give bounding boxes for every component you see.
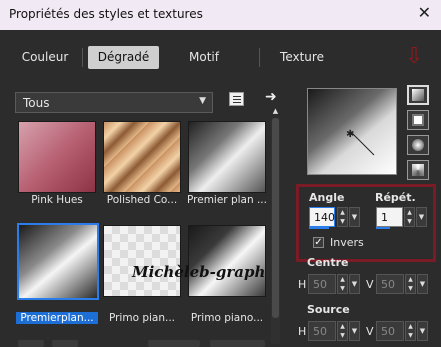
center-label: Centre: [307, 256, 349, 269]
angle-handle[interactable]: ✱: [308, 89, 396, 174]
invert-label: Invers: [330, 236, 364, 249]
gradient-thumb-pink-hues[interactable]: [18, 121, 96, 193]
gradient-caption-selected: Premierplan...: [16, 312, 98, 324]
close-icon[interactable]: ✕: [418, 3, 431, 22]
tab-motif[interactable]: Motif: [169, 46, 239, 69]
gradient-thumb-premier-plan[interactable]: [188, 121, 266, 193]
arrow-right-icon[interactable]: ➜: [265, 89, 277, 105]
gradient-caption: Pink Hues: [31, 194, 83, 206]
repeat-input[interactable]: 1: [376, 207, 403, 227]
linear-style-button[interactable]: [407, 85, 429, 105]
angle-spinner[interactable]: ▲ ▼: [337, 207, 348, 227]
watermark-signature: Michèleb-graph: [132, 263, 266, 281]
source-label: Source: [307, 303, 350, 316]
center-v-spinner[interactable]: ▲ ▼: [405, 274, 416, 294]
repeat-label: Répét.: [375, 191, 416, 204]
rectangular-gradient-icon: [412, 114, 424, 126]
gradient-caption: Primo piano...: [190, 312, 264, 324]
source-h-spinner[interactable]: ▲ ▼: [337, 321, 348, 341]
center-v-value: 50: [381, 278, 395, 291]
center-h-input[interactable]: 50: [308, 274, 336, 294]
gradient-preview[interactable]: ✱: [307, 88, 397, 175]
angle-label: Angle: [309, 191, 345, 204]
linear-gradient-icon: [412, 89, 424, 101]
center-v-dropdown[interactable]: ▼: [417, 274, 428, 294]
center-v-input[interactable]: 50: [376, 274, 404, 294]
bottom-button[interactable]: [210, 340, 265, 347]
title-bar: Propriétés des styles et textures ✕: [0, 0, 441, 30]
source-v-dropdown[interactable]: ▼: [417, 321, 428, 341]
source-v-value: 50: [381, 325, 395, 338]
center-h-value: 50: [313, 278, 327, 291]
gradient-caption: Premier plan ...: [187, 194, 267, 206]
repeat-value: 1: [381, 211, 388, 224]
bottom-button[interactable]: [52, 340, 78, 347]
gradient-caption: Primo pian...: [108, 312, 176, 324]
svg-text:✱: ✱: [346, 129, 354, 140]
tab-divider: [259, 48, 260, 67]
source-h-input[interactable]: 50: [308, 321, 336, 341]
category-dropdown[interactable]: Tous ▼: [15, 92, 213, 113]
bottom-button[interactable]: [18, 340, 44, 347]
window-title: Propriétés des styles et textures: [9, 7, 203, 21]
repeat-slider-fill: [376, 227, 390, 229]
gradient-thumb-primo-piano[interactable]: [188, 225, 266, 297]
source-h-value: 50: [313, 325, 327, 338]
category-value: Tous: [23, 96, 50, 110]
radial-gradient-icon: [412, 164, 424, 176]
tab-texture[interactable]: Texture: [269, 46, 335, 69]
center-h-dropdown[interactable]: ▼: [349, 274, 360, 294]
angle-input[interactable]: 140: [309, 207, 335, 227]
bottom-button[interactable]: [148, 340, 200, 347]
source-v-label: V: [366, 325, 374, 338]
tab-couleur[interactable]: Couleur: [13, 46, 77, 69]
center-v-label: V: [366, 278, 374, 291]
angle-value: 140: [314, 211, 335, 224]
source-v-input[interactable]: 50: [376, 321, 404, 341]
repeat-dropdown[interactable]: ▼: [416, 207, 427, 227]
source-h-label: H: [298, 325, 307, 338]
repeat-spinner[interactable]: ▲ ▼: [404, 207, 415, 227]
radial-style-button[interactable]: [407, 160, 429, 180]
scroll-up-button[interactable]: ▲: [271, 107, 280, 116]
invert-checkbox[interactable]: ✓: [313, 237, 324, 248]
angle-dropdown[interactable]: ▼: [349, 207, 360, 227]
rectangular-style-button[interactable]: [407, 110, 429, 130]
gradient-thumb-polished-copper[interactable]: [103, 121, 181, 193]
tab-degrade[interactable]: Dégradé: [88, 46, 159, 69]
sunburst-style-button[interactable]: [407, 135, 429, 155]
center-h-label: H: [298, 278, 307, 291]
sunburst-gradient-icon: [412, 139, 424, 151]
chevron-down-icon: ▼: [199, 96, 206, 106]
tab-divider: [82, 48, 83, 67]
source-v-spinner[interactable]: ▲ ▼: [405, 321, 416, 341]
angle-slider-fill: [309, 227, 329, 229]
scrollbar-thumb[interactable]: [272, 118, 279, 318]
gradient-caption: Polished Co...: [106, 194, 178, 206]
center-h-spinner[interactable]: ▲ ▼: [337, 274, 348, 294]
gradient-thumb-primo-piano-transparent[interactable]: [103, 225, 181, 297]
annotation-down-arrow-icon: ⇩: [405, 44, 424, 69]
gradient-thumb-premierplan-selected[interactable]: [17, 223, 99, 300]
source-h-dropdown[interactable]: ▼: [349, 321, 360, 341]
preset-list-icon[interactable]: [229, 92, 244, 106]
